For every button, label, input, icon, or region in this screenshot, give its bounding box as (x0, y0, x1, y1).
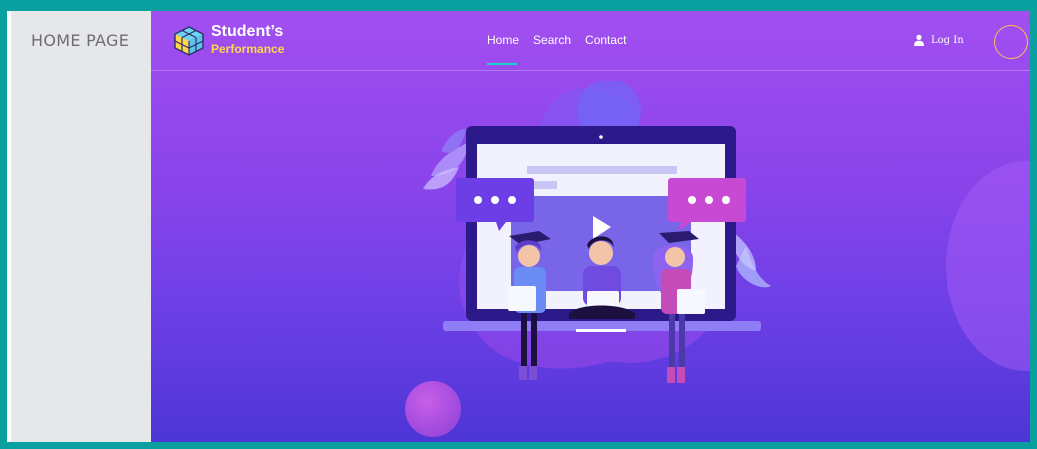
decor-circle-right (946, 161, 1030, 371)
leaf-right-icon (731, 231, 771, 288)
user-icon (914, 34, 924, 46)
cube-logo-icon (174, 26, 204, 56)
top-navbar: Student’s Performance Home Search Contac… (151, 11, 1030, 71)
login-label: Log In (931, 34, 964, 46)
sidebar: HOME PAGE (11, 11, 151, 442)
hero-illustration (423, 81, 771, 383)
laptop-camera (599, 135, 603, 139)
nav-search[interactable]: Search (533, 33, 571, 47)
brand-subtitle: Performance (211, 42, 285, 56)
corner-circle (994, 25, 1028, 59)
main-panel: Student’s Performance Home Search Contac… (151, 11, 1030, 442)
nav-contact[interactable]: Contact (585, 33, 626, 47)
page-frame: HOME PAGE Student’s Performance Home Sea… (0, 0, 1037, 449)
brand-logo[interactable]: Student’s Performance (173, 23, 293, 59)
brand-title: Student’s (211, 23, 284, 40)
nav-home[interactable]: Home (487, 33, 519, 65)
login-button[interactable]: Log In (913, 34, 964, 46)
sidebar-title: HOME PAGE (31, 31, 130, 50)
screen-bar-1 (527, 166, 677, 174)
main-nav: Home Search Contact (487, 33, 626, 65)
